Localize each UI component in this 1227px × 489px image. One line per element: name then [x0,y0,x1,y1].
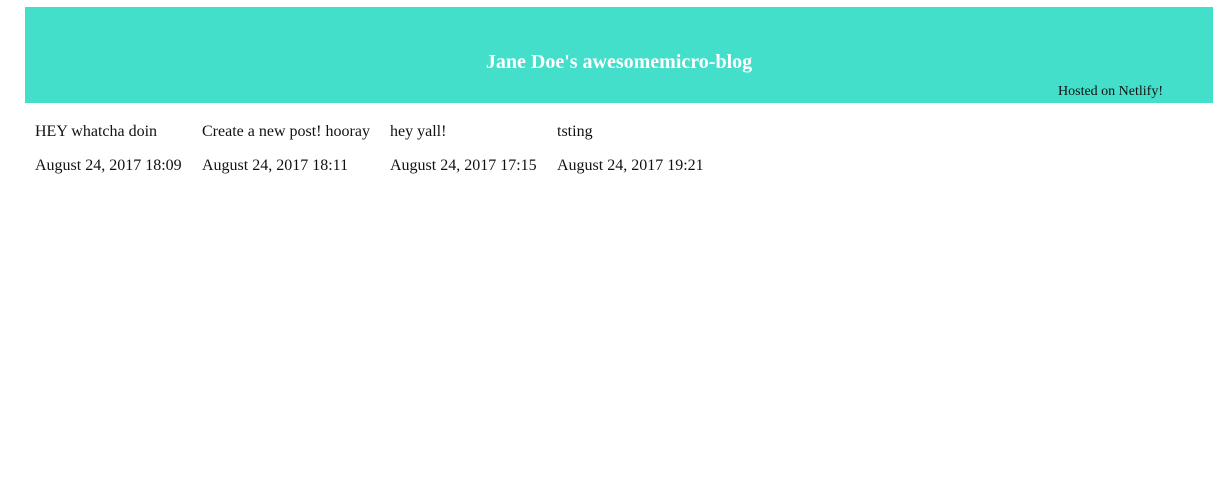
post-item: Create a new post! hooray August 24, 201… [202,122,370,176]
site-title: Jane Doe's awesomemicro-blog [485,51,753,73]
post-list: HEY whatcha doin August 24, 2017 18:09 C… [35,122,737,176]
post-item: hey yall! August 24, 2017 17:15 [390,122,537,176]
post-title[interactable]: tsting [557,122,717,142]
site-header: Jane Doe's awesomemicro-blog Hosted on N… [25,7,1213,103]
post-title[interactable]: Create a new post! hooray [202,122,370,142]
post-date: August 24, 2017 18:09 [35,157,182,174]
post-title[interactable]: hey yall! [390,122,537,142]
post-item: HEY whatcha doin August 24, 2017 18:09 [35,122,182,176]
post-title[interactable]: HEY whatcha doin [35,122,182,142]
page: Jane Doe's awesomemicro-blog Hosted on N… [0,0,1227,489]
post-item: tsting August 24, 2017 19:21 [557,122,717,176]
hosted-on-netlify-text: Hosted on Netlify! [1058,84,1163,99]
post-date: August 24, 2017 18:11 [202,157,349,174]
post-date: August 24, 2017 19:21 [557,157,704,174]
post-date: August 24, 2017 17:15 [390,157,537,174]
